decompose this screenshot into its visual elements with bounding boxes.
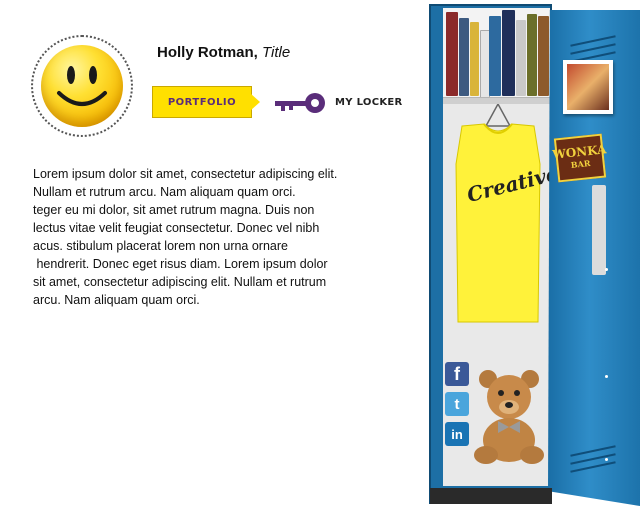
book	[516, 20, 526, 96]
wonka-sticker-subtext: BAR	[570, 157, 591, 170]
profile-name-text: Holly Rotman,	[157, 44, 258, 61]
bio-line: arcu. Nam aliquam quam orci.	[33, 293, 200, 307]
bio-text: Lorem ipsum dolor sit amet, consectetur …	[33, 165, 383, 309]
profile-name: Holly Rotman, Title	[157, 44, 290, 61]
bio-line: acus. stibulum placerat lorem non urna o…	[33, 239, 288, 253]
twitter-icon[interactable]: t	[445, 392, 469, 416]
bio-line: sit amet, consectetur adipiscing elit. N…	[33, 275, 327, 289]
book	[538, 16, 549, 96]
teddy-bear-icon	[470, 365, 550, 470]
door-rivet	[605, 458, 608, 461]
wonka-sticker: WONKA BAR	[552, 133, 607, 183]
locker-shelf	[443, 97, 550, 104]
portfolio-label: PORTFOLIO	[167, 96, 237, 108]
yellow-tshirt	[448, 102, 548, 331]
book	[527, 14, 537, 96]
bio-line: Lorem ipsum dolor sit amet, consectetur …	[33, 167, 338, 181]
photo-sticker	[563, 60, 613, 114]
book	[502, 10, 515, 96]
portfolio-button[interactable]: PORTFOLIO	[152, 86, 252, 118]
my-locker-link[interactable]: MY LOCKER	[335, 97, 403, 108]
door-handle[interactable]	[592, 185, 606, 275]
profile-title: Title	[262, 44, 291, 61]
book	[470, 22, 479, 96]
book	[446, 12, 458, 96]
book	[489, 16, 501, 96]
bio-line: teger eu mi dolor, sit amet rutrum magna…	[33, 203, 315, 217]
facebook-icon[interactable]: f	[445, 362, 469, 386]
bio-line: hendrerit. Donec eget risus diam. Lorem …	[33, 257, 328, 271]
door-rivet	[605, 268, 608, 271]
locker-base	[430, 488, 552, 504]
portfolio-arrow-icon	[251, 94, 260, 110]
bio-line: Nullam et rutrum arcu. Nam aliquam quam …	[33, 185, 296, 199]
smiley-avatar-icon	[41, 45, 123, 127]
door-rivet	[605, 375, 608, 378]
key-icon[interactable]	[275, 92, 327, 119]
bio-line: lectus vitae velit feugiat consectetur. …	[33, 221, 320, 235]
linkedin-icon[interactable]: in	[445, 422, 469, 446]
avatar	[31, 35, 133, 137]
photo-image	[567, 64, 609, 110]
book	[459, 18, 469, 96]
